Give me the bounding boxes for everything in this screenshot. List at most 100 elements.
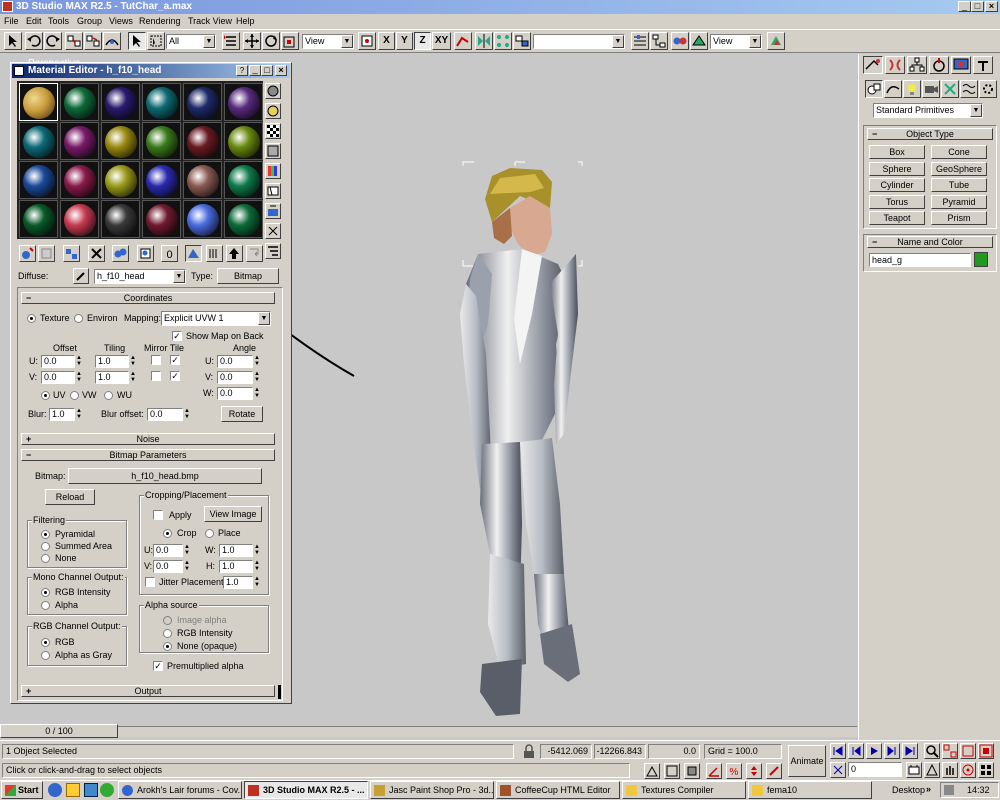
inverse-kinematics-icon[interactable] [454, 32, 472, 50]
rollout-scrollbar[interactable] [278, 685, 281, 699]
material-sample-slot[interactable] [224, 122, 263, 160]
zoom-extents-all-icon[interactable] [978, 743, 994, 759]
spinner-arrows-icon[interactable]: ▲ ▼ [129, 355, 137, 368]
u-angle-spinner[interactable]: 0.0 ▲ ▼ [217, 355, 260, 368]
move-icon[interactable] [243, 32, 261, 50]
make-preview-icon[interactable] [265, 183, 281, 199]
w-angle-spinner[interactable]: 0.0 ▲ ▼ [217, 387, 260, 400]
spinner-arrows-icon[interactable]: ▲ ▼ [253, 560, 261, 573]
rotate-icon[interactable] [262, 32, 280, 50]
spinner-arrows-icon[interactable]: ▲ ▼ [183, 560, 191, 573]
v-offset-spinner[interactable]: 0.0 ▲ ▼ [41, 371, 82, 384]
zoom-all-icon[interactable] [942, 743, 958, 759]
tube-button[interactable]: Tube [931, 178, 987, 192]
field-of-view-icon[interactable] [924, 762, 940, 778]
material-sample-slot[interactable] [224, 161, 263, 199]
pivot-center-icon[interactable] [358, 32, 376, 50]
sample-uv-tiling-icon[interactable] [265, 143, 281, 159]
display-tab-icon[interactable] [951, 56, 971, 74]
restrict-y-button[interactable]: Y [396, 32, 413, 50]
u-offset-spinner[interactable]: 0.0 ▲ ▼ [41, 355, 82, 368]
alpha-rgb-intensity-radio[interactable] [163, 629, 172, 638]
mono-rgb-intensity-radio[interactable] [41, 588, 50, 597]
select-icon[interactable] [128, 32, 146, 50]
time-slider[interactable]: 0 / 100 [0, 724, 118, 738]
image-alpha-radio[interactable] [163, 616, 172, 625]
lock-selection-icon[interactable] [522, 744, 536, 759]
key-mode-icon[interactable] [830, 762, 846, 778]
quick-render-icon[interactable] [767, 32, 785, 50]
current-frame-field[interactable]: 0 [848, 762, 902, 777]
coordinates-rollout-header[interactable]: − Coordinates [21, 292, 275, 304]
material-sample-slot[interactable] [19, 122, 58, 160]
mono-alpha-radio[interactable] [41, 601, 50, 610]
crop-v-spinner[interactable]: 0.0 ▲ ▼ [153, 560, 190, 573]
backlight-icon[interactable] [265, 103, 281, 119]
start-button[interactable]: Start [1, 781, 43, 799]
crop-u-spinner[interactable]: 0.0 ▲ ▼ [153, 544, 190, 557]
motion-tab-icon[interactable] [929, 56, 949, 74]
wu-radio[interactable] [104, 391, 113, 400]
material-sample-slot[interactable] [183, 200, 222, 238]
material-sample-slot[interactable] [142, 200, 181, 238]
crop-radio[interactable] [163, 529, 172, 538]
shapes-icon[interactable] [884, 80, 902, 98]
put-material-to-scene-icon[interactable] [38, 245, 55, 262]
mapping-dropdown[interactable]: Explicit UVW 1 ▼ [161, 311, 271, 326]
get-material-icon[interactable] [19, 245, 36, 262]
cameras-icon[interactable] [922, 80, 940, 98]
spinner-arrows-icon[interactable]: ▲ ▼ [75, 355, 83, 368]
menu-group[interactable]: Group [77, 16, 102, 26]
u-tiling-spinner[interactable]: 1.0 ▲ ▼ [95, 355, 136, 368]
maximize-button[interactable]: □ [261, 65, 273, 76]
modify-tab-icon[interactable] [885, 56, 905, 74]
rotate-button[interactable]: Rotate [221, 406, 263, 422]
geometry-icon[interactable] [865, 80, 883, 98]
material-editor-icon[interactable] [671, 32, 689, 50]
track-bar[interactable] [118, 726, 857, 737]
video-color-check-icon[interactable] [265, 163, 281, 179]
bind-space-warp-icon[interactable] [103, 32, 121, 50]
spinner-arrows-icon[interactable]: ▲ ▼ [183, 544, 191, 557]
zoom-extents-icon[interactable] [960, 743, 976, 759]
previous-frame-icon[interactable] [848, 743, 864, 759]
quick-launch-media-icon[interactable] [100, 783, 114, 797]
summed-area-radio[interactable] [41, 542, 50, 551]
v-mirror-checkbox[interactable] [151, 371, 161, 381]
restrict-xy-button[interactable]: XY [432, 32, 451, 50]
named-selection-dropdown[interactable]: ▼ [533, 34, 625, 49]
task-textures-compiler[interactable]: Textures Compiler [622, 781, 746, 799]
spinner-arrows-icon[interactable]: ▲ ▼ [253, 371, 261, 384]
material-sample-slot[interactable] [101, 161, 140, 199]
show-end-result-icon[interactable] [206, 245, 223, 262]
space-warps-icon[interactable] [960, 80, 978, 98]
material-sample-slot[interactable] [19, 83, 58, 121]
material-sample-slot[interactable] [60, 83, 99, 121]
go-to-end-icon[interactable] [902, 743, 918, 759]
systems-icon[interactable] [979, 80, 997, 98]
animate-button[interactable]: Animate [788, 745, 826, 777]
jitter-placement-checkbox[interactable] [145, 577, 155, 587]
snap-toggle-icon[interactable] [684, 763, 700, 779]
reload-button[interactable]: Reload [45, 489, 95, 505]
region-select-icon[interactable] [147, 32, 165, 50]
spinner-arrows-icon[interactable]: ▲ ▼ [253, 387, 261, 400]
material-sample-slot[interactable] [19, 200, 58, 238]
menu-file[interactable]: File [4, 16, 19, 26]
material-sample-slot[interactable] [60, 122, 99, 160]
menu-help[interactable]: Help [236, 16, 255, 26]
object-color-swatch[interactable] [974, 252, 988, 267]
utilities-tab-icon[interactable] [973, 56, 993, 74]
selection-filter-dropdown[interactable]: All ▼ [166, 34, 216, 49]
unlink-icon[interactable] [84, 32, 102, 50]
material-sample-slot[interactable] [101, 122, 140, 160]
menu-tools[interactable]: Tools [48, 16, 69, 26]
hierarchy-tab-icon[interactable] [907, 56, 927, 74]
spinner-snap-icon[interactable] [746, 763, 762, 779]
material-sample-slot[interactable] [224, 200, 263, 238]
cone-button[interactable]: Cone [931, 145, 987, 159]
help-pointer-icon[interactable] [4, 32, 22, 50]
map-name-dropdown[interactable]: h_f10_head ▼ [94, 269, 186, 284]
apply-checkbox[interactable] [153, 510, 163, 520]
time-configuration-icon[interactable] [906, 762, 922, 778]
